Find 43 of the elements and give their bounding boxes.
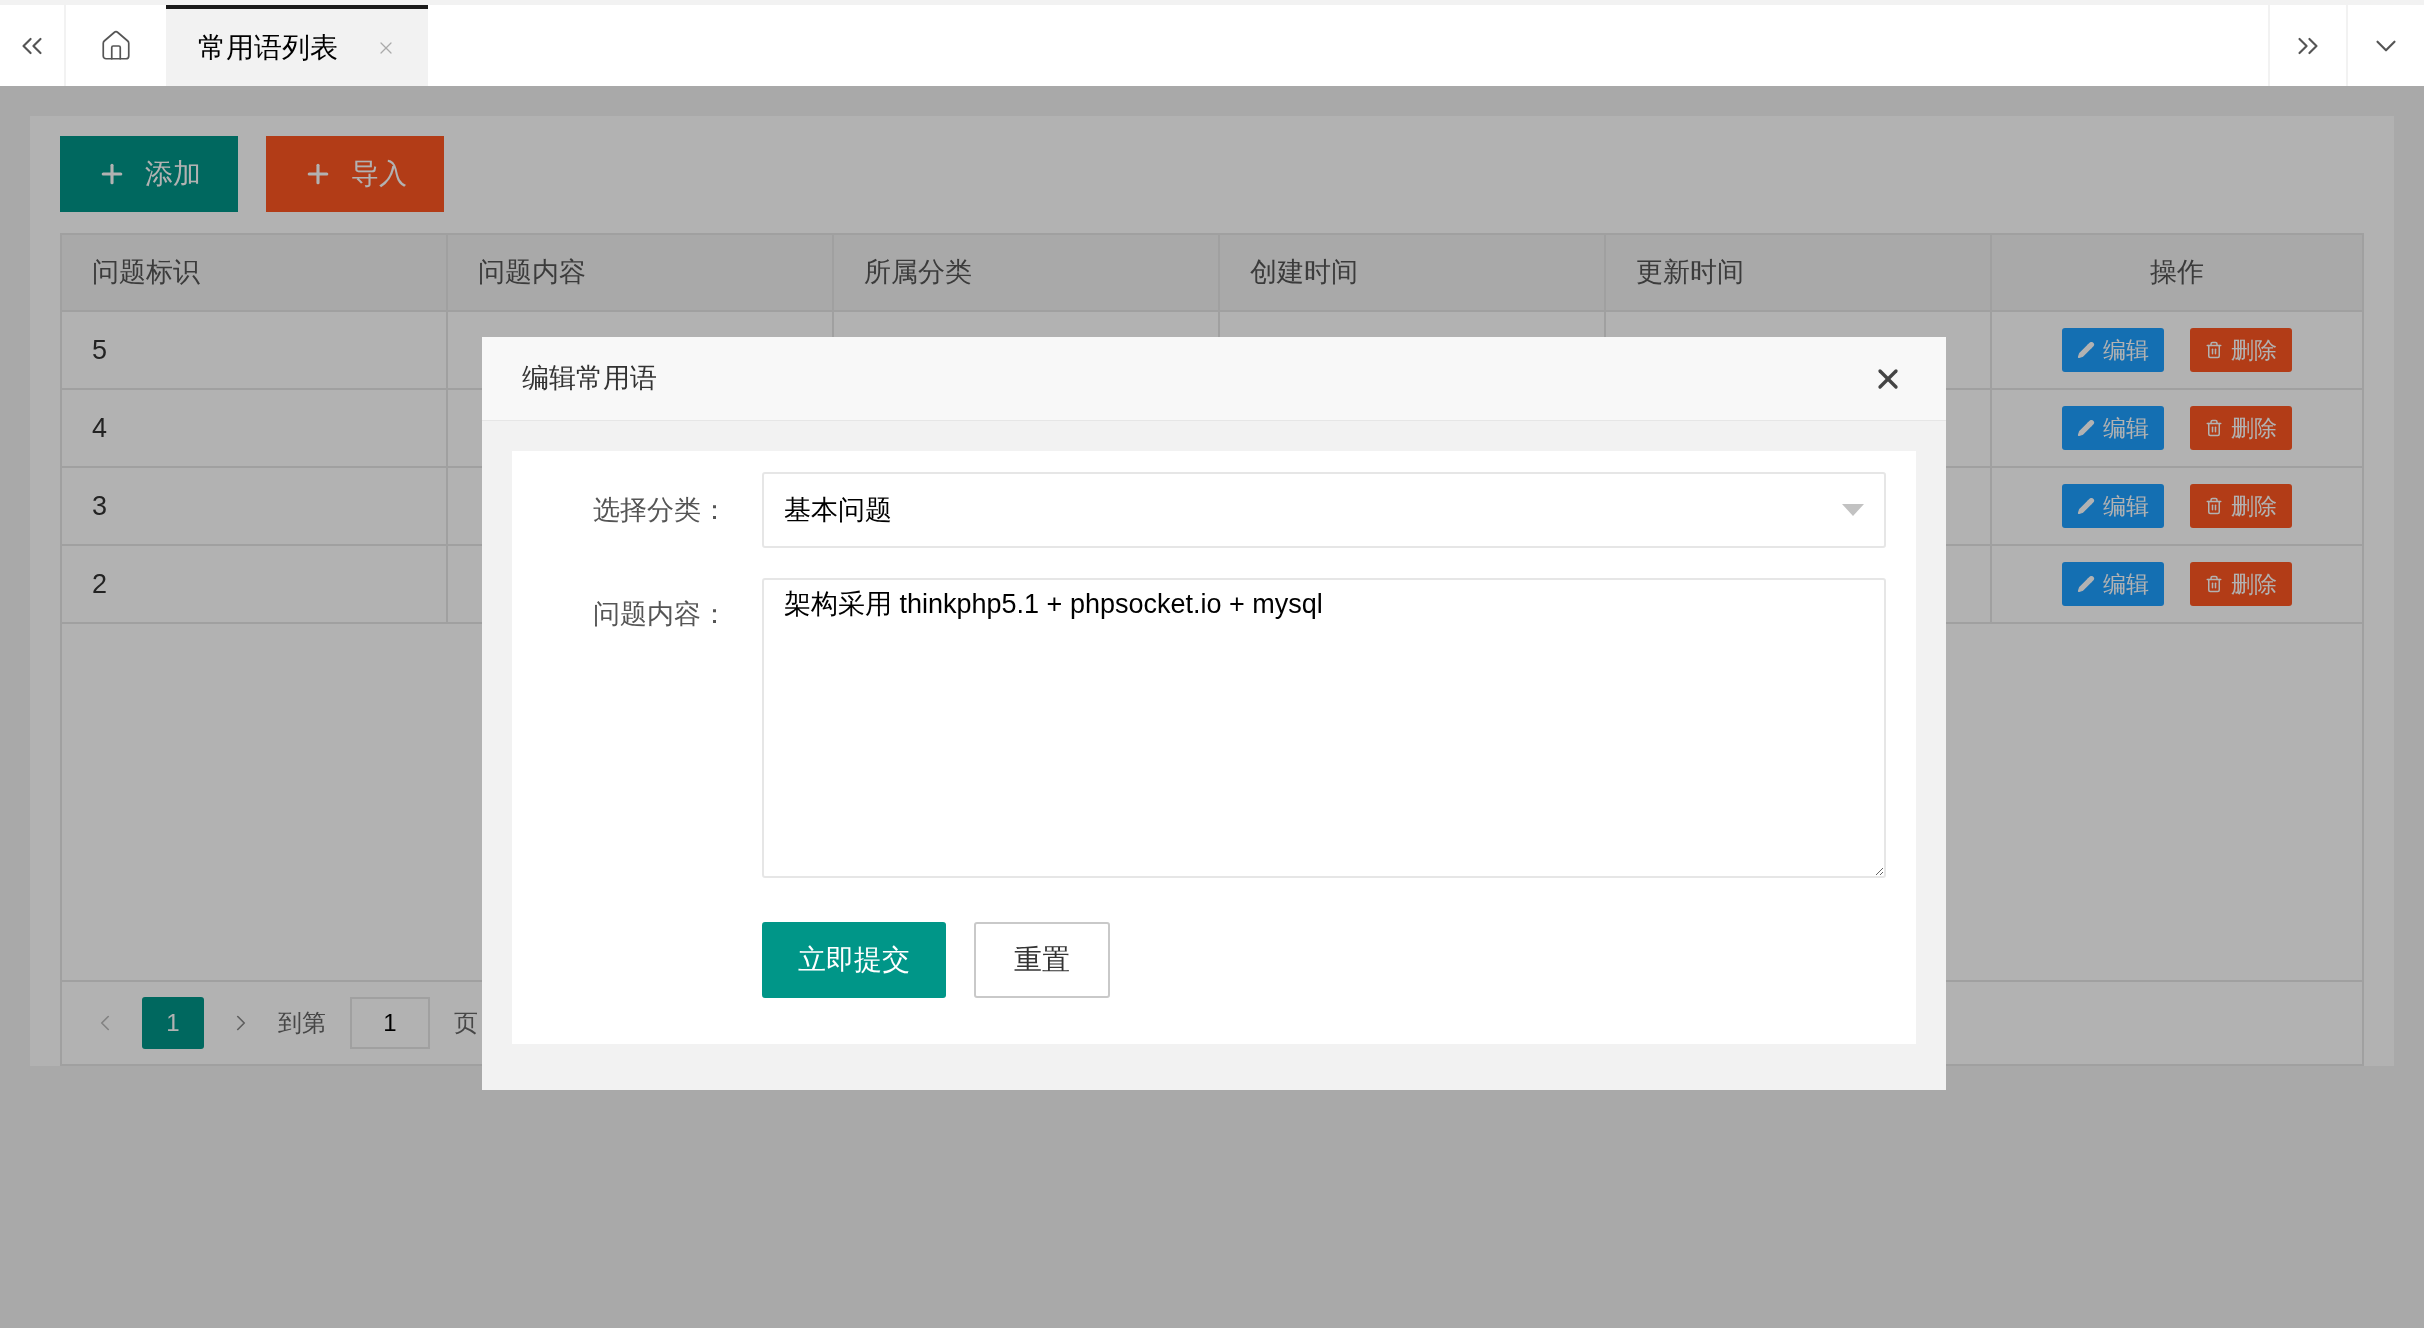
column-header: 创建时间 bbox=[1220, 235, 1606, 310]
trash-icon bbox=[2205, 497, 2223, 515]
edit-button[interactable]: 编辑 bbox=[2062, 562, 2164, 606]
trash-icon bbox=[2205, 341, 2223, 359]
pencil-icon bbox=[2077, 575, 2095, 593]
trash-icon bbox=[2205, 419, 2223, 437]
column-header: 所属分类 bbox=[834, 235, 1220, 310]
textarea-field[interactable]: 架构采用 thinkphp5.1 + phpsocket.io + mysql bbox=[762, 578, 1886, 878]
delete-button[interactable]: 删除 bbox=[2190, 562, 2292, 606]
modal-title: 编辑常用语 bbox=[522, 362, 657, 396]
pencil-icon bbox=[2077, 497, 2095, 515]
delete-button[interactable]: 删除 bbox=[2190, 406, 2292, 450]
column-header: 更新时间 bbox=[1606, 235, 1992, 310]
delete-button[interactable]: 删除 bbox=[2190, 328, 2292, 372]
page-input[interactable]: 1 bbox=[350, 997, 430, 1049]
delete-button[interactable]: 删除 bbox=[2190, 484, 2292, 528]
column-header: 问题内容 bbox=[448, 235, 834, 310]
page-suffix: 页 bbox=[454, 1008, 478, 1038]
select-field[interactable]: 基本问题 bbox=[762, 472, 1886, 548]
table-cell: 2 bbox=[62, 546, 448, 622]
caret-icon bbox=[1842, 504, 1864, 516]
pencil-icon bbox=[2077, 341, 2095, 359]
column-header: 操作 bbox=[2149, 256, 2205, 290]
trash-icon bbox=[2205, 575, 2223, 593]
field-label: 选择分类： bbox=[592, 494, 729, 527]
goto-label: 到第 bbox=[278, 1008, 326, 1038]
table-cell: 3 bbox=[62, 468, 448, 544]
tab-label: 常用语列表 bbox=[198, 30, 338, 65]
field-label: 问题内容： bbox=[592, 598, 729, 631]
edit-button[interactable]: 编辑 bbox=[2062, 484, 2164, 528]
pencil-icon bbox=[2077, 419, 2095, 437]
edit-button[interactable]: 编辑 bbox=[2062, 328, 2164, 372]
import-button[interactable]: 导入 bbox=[266, 136, 444, 212]
column-header: 问题标识 bbox=[62, 235, 448, 310]
edit-button[interactable]: 编辑 bbox=[2062, 406, 2164, 450]
table-cell: 5 bbox=[62, 312, 448, 388]
tab[interactable]: 常用语列表 bbox=[166, 5, 428, 86]
table-cell: 4 bbox=[62, 390, 448, 466]
submit-button[interactable]: 立即提交 bbox=[762, 922, 946, 998]
home-icon bbox=[99, 28, 133, 63]
page-button[interactable]: 1 bbox=[142, 997, 204, 1049]
add-button[interactable]: 添加 bbox=[60, 136, 238, 212]
reset-button[interactable]: 重置 bbox=[974, 922, 1110, 998]
